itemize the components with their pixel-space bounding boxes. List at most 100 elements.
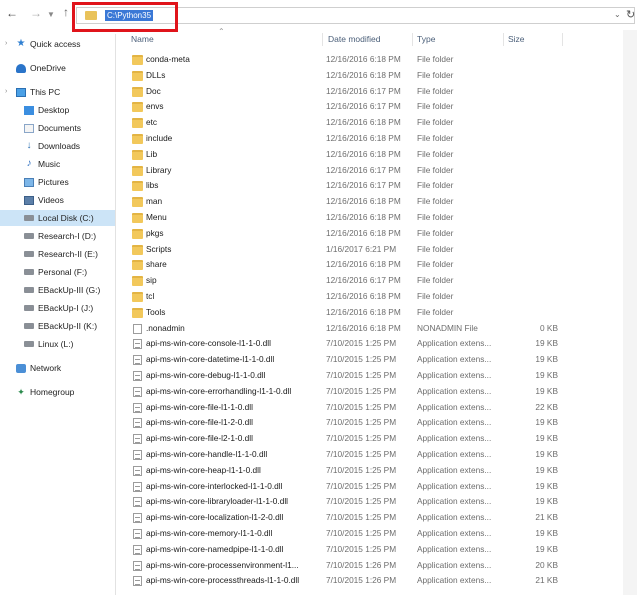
file-row[interactable]: api-ms-win-core-libraryloader-l1-1-0.dll…	[126, 494, 562, 510]
file-size: 20 KB	[535, 559, 558, 570]
file-type: File folder	[417, 306, 454, 317]
column-header-type[interactable]: Type	[417, 31, 435, 47]
download-icon: ↓	[26, 140, 32, 151]
file-row[interactable]: DLLs 12/16/2016 6:18 PM File folder	[126, 68, 562, 84]
file-row[interactable]: api-ms-win-core-processthreads-l1-1-0.dl…	[126, 573, 562, 589]
sidebar-item[interactable]: Desktop	[24, 102, 69, 118]
sidebar-item[interactable]: EBackUp-I (J:)	[24, 300, 93, 316]
sidebar-item[interactable]: Local Disk (C:)	[0, 210, 115, 226]
forward-arrow-icon[interactable]: →	[30, 6, 42, 20]
file-name: conda-meta	[146, 54, 190, 64]
sidebar-item[interactable]: Documents	[24, 120, 81, 136]
file-row[interactable]: conda-meta 12/16/2016 6:18 PM File folder	[126, 52, 562, 68]
file-row[interactable]: envs 12/16/2016 6:17 PM File folder	[126, 99, 562, 115]
file-row[interactable]: api-ms-win-core-debug-l1-1-0.dll 7/10/201…	[126, 368, 562, 384]
expand-chevron-icon[interactable]: ›	[5, 40, 7, 47]
file-row[interactable]: Scripts 1/16/2017 6:21 PM File folder	[126, 242, 562, 258]
file-row[interactable]: api-ms-win-core-processenvironment-l1...…	[126, 558, 562, 574]
vertical-scrollbar[interactable]	[623, 30, 637, 595]
file-date-modified: 12/16/2016 6:18 PM	[326, 306, 401, 317]
file-row[interactable]: sip 12/16/2016 6:17 PM File folder	[126, 273, 562, 289]
file-name: Scripts	[146, 243, 172, 254]
file-row[interactable]: pkgs 12/16/2016 6:18 PM File folder	[126, 226, 562, 242]
file-row[interactable]: include 12/16/2016 6:18 PM File folder	[126, 131, 562, 147]
column-divider[interactable]	[412, 33, 413, 46]
file-row[interactable]: api-ms-win-core-namedpipe-l1-1-0.dll 7/10…	[126, 542, 562, 558]
sidebar-item[interactable]: EBackUp-II (K:)	[24, 318, 97, 334]
file-type: Application extens...	[417, 417, 492, 428]
file-size: 19 KB	[535, 496, 558, 507]
sidebar-item[interactable]: OneDrive	[16, 60, 66, 76]
file-date-modified: 7/10/2015 1:25 PM	[326, 543, 397, 554]
expand-chevron-icon[interactable]: ›	[5, 88, 7, 95]
file-row[interactable]: api-ms-win-core-interlocked-l1-1-0.dll 7/…	[126, 479, 562, 495]
sidebar-item[interactable]: Research-I (D:)	[24, 228, 96, 244]
file-type: Application extens...	[417, 543, 492, 554]
column-divider[interactable]	[322, 33, 323, 46]
file-row[interactable]: api-ms-win-core-localization-l1-2-0.dll 7…	[126, 510, 562, 526]
file-row[interactable]: .nonadmin 12/16/2016 6:18 PM NONADMIN File…	[126, 321, 562, 337]
column-divider[interactable]	[562, 33, 563, 46]
column-header-name[interactable]: Name	[131, 31, 154, 47]
sidebar-item[interactable]: This PC	[16, 84, 60, 100]
file-row[interactable]: Tools 12/16/2016 6:18 PM File folder	[126, 305, 562, 321]
file-type: Application extens...	[417, 496, 492, 507]
dll-file-icon	[133, 465, 142, 476]
up-arrow-icon[interactable]: ↑	[63, 5, 69, 19]
folder-icon	[132, 260, 143, 271]
column-header-date[interactable]: Date modified	[328, 31, 380, 47]
sidebar-item[interactable]: Videos	[24, 192, 64, 208]
file-type: File folder	[417, 54, 454, 64]
file-row[interactable]: api-ms-win-core-file-l1-1-0.dll 7/10/2015…	[126, 400, 562, 416]
file-name: Library	[146, 164, 172, 175]
sidebar-item[interactable]: Linux (L:)	[24, 336, 73, 352]
disk-icon	[24, 251, 34, 257]
sidebar-item[interactable]: ↓ Downloads	[24, 138, 81, 154]
file-row[interactable]: api-ms-win-core-console-l1-1-0.dll 7/10/2…	[126, 336, 562, 352]
folder-icon	[132, 213, 143, 223]
file-row[interactable]: api-ms-win-core-memory-l1-1-0.dll 7/10/20…	[126, 526, 562, 542]
refresh-icon[interactable]: ↻	[626, 8, 635, 21]
file-row[interactable]: Library 12/16/2016 6:17 PM File folder	[126, 163, 562, 179]
column-header-size[interactable]: Size	[508, 31, 525, 47]
folder-icon	[132, 55, 143, 65]
sidebar-item[interactable]: ★ Quick access	[16, 36, 81, 52]
sidebar-item[interactable]: Research-II (E:)	[24, 246, 98, 262]
sidebar-item[interactable]: Network	[16, 360, 61, 376]
file-row[interactable]: Menu 12/16/2016 6:18 PM File folder	[126, 210, 562, 226]
file-name: DLLs	[146, 69, 166, 80]
file-row[interactable]: Doc 12/16/2016 6:17 PM File folder	[126, 84, 562, 100]
sidebar-item[interactable]: Personal (F:)	[24, 264, 87, 280]
file-name: libs	[146, 180, 159, 191]
sidebar-item[interactable]: EBackUp-III (G:)	[24, 282, 100, 298]
column-divider[interactable]	[503, 33, 504, 46]
file-size: 19 KB	[535, 385, 558, 396]
sidebar-item[interactable]: Pictures	[24, 174, 69, 190]
file-row[interactable]: api-ms-win-core-datetime-l1-1-0.dll 7/10/…	[126, 352, 562, 368]
recent-locations-chevron-icon[interactable]: ▼	[47, 8, 55, 22]
file-name: api-ms-win-core-handle-l1-1-0.dll	[146, 449, 268, 459]
file-row[interactable]: Lib 12/16/2016 6:18 PM File folder	[126, 147, 562, 163]
sidebar-item-label: EBackUp-I (J:)	[38, 303, 94, 313]
file-row[interactable]: api-ms-win-core-file-l1-2-0.dll 7/10/2015…	[126, 415, 562, 431]
file-date-modified: 7/10/2015 1:25 PM	[326, 464, 397, 475]
sidebar-item[interactable]: ♪ Music	[24, 156, 61, 172]
file-row[interactable]: etc 12/16/2016 6:18 PM File folder	[126, 115, 562, 131]
file-row[interactable]: libs 12/16/2016 6:17 PM File folder	[126, 178, 562, 194]
file-row[interactable]: api-ms-win-core-heap-l1-1-0.dll 7/10/2015…	[126, 463, 562, 479]
dll-file-icon	[133, 544, 142, 555]
file-row[interactable]: api-ms-win-core-handle-l1-1-0.dll 7/10/20…	[126, 447, 562, 463]
sidebar-item[interactable]: ✦ Homegroup	[16, 384, 74, 400]
file-date-modified: 12/16/2016 6:18 PM	[326, 196, 401, 207]
file-row[interactable]: tcl 12/16/2016 6:18 PM File folder	[126, 289, 562, 305]
file-name: api-ms-win-core-libraryloader-l1-1-0.dll	[146, 496, 289, 507]
file-type: File folder	[417, 164, 454, 175]
file-row[interactable]: api-ms-win-core-errorhandling-l1-1-0.dll…	[126, 384, 562, 400]
file-row[interactable]: share 12/16/2016 6:18 PM File folder	[126, 257, 562, 273]
file-row[interactable]: man 12/16/2016 6:18 PM File folder	[126, 194, 562, 210]
back-arrow-icon[interactable]: ←	[6, 6, 18, 20]
address-history-chevron-icon[interactable]: ⌄	[614, 10, 621, 19]
file-row[interactable]: api-ms-win-core-file-l2-1-0.dll 7/10/2015…	[126, 431, 562, 447]
file-date-modified: 7/10/2015 1:25 PM	[326, 370, 397, 380]
file-date-modified: 7/10/2015 1:26 PM	[326, 575, 397, 586]
